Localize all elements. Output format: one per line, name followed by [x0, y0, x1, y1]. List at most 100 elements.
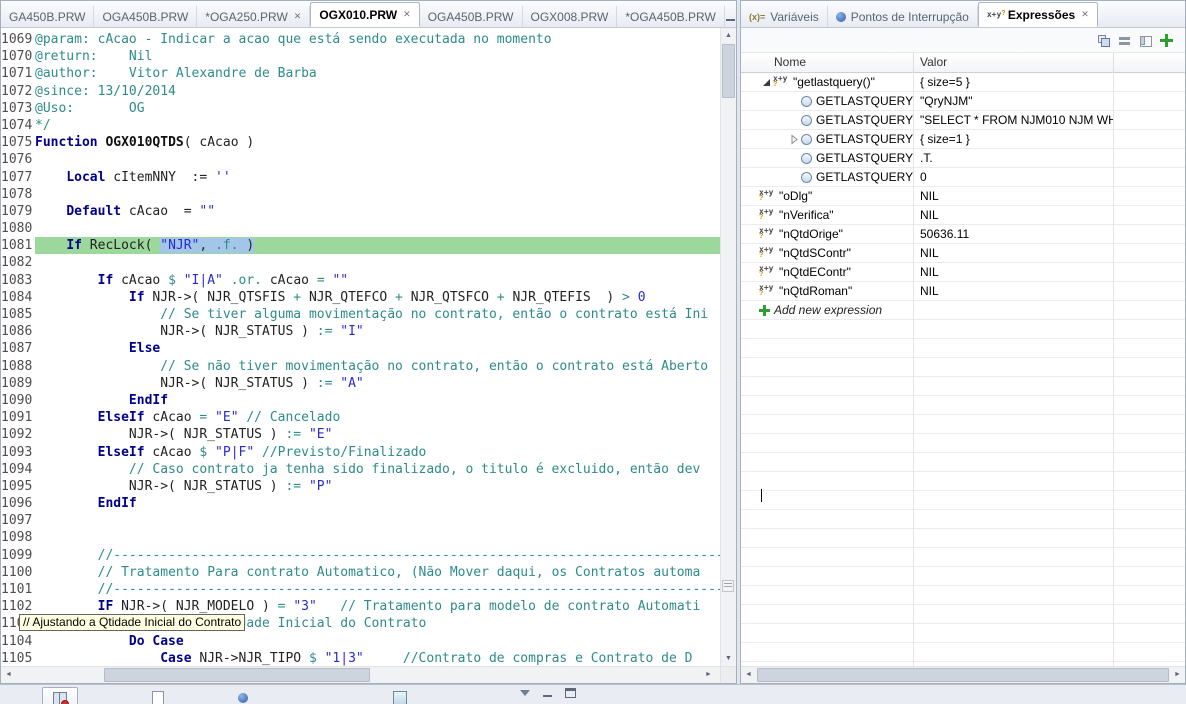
code-line: 1076: [1, 151, 721, 168]
vertical-scrollbar[interactable]: ▲ ▼: [720, 28, 736, 666]
expression-row[interactable]: GETLASTQUERY(.T.: [741, 149, 1185, 168]
editor-tab[interactable]: GA450B.PRW: [1, 6, 94, 27]
expand-icon[interactable]: [787, 133, 801, 145]
bottom-tab-tasks[interactable]: [383, 687, 417, 704]
result-item-icon: [801, 134, 812, 145]
line-content: @since: 13/10/2014: [35, 83, 721, 100]
tab-close-icon[interactable]: ✕: [403, 9, 411, 20]
minimize-icon[interactable]: [542, 688, 553, 698]
code-line: 1072@since: 13/10/2014: [1, 83, 721, 100]
expression-row[interactable]: "nQtdEContr"NIL: [741, 263, 1185, 282]
tab-close-icon[interactable]: ✕: [1081, 9, 1089, 20]
expression-row[interactable]: "nQtdRoman"NIL: [741, 282, 1185, 301]
expression-row[interactable]: "nQtdSContr"NIL: [741, 244, 1185, 263]
layout-icon[interactable]: [1139, 34, 1152, 47]
code-line: 1102 IF NJR->( NJR_MODELO ) = "3" // Tra…: [1, 598, 721, 615]
line-content: [35, 220, 721, 237]
bottom-tools: [520, 688, 576, 698]
watch-expression-icon: [773, 75, 789, 89]
panel-tab[interactable]: Expressões✕: [978, 2, 1098, 27]
scroll-left-icon[interactable]: ◄: [741, 667, 756, 682]
column-divider[interactable]: [913, 72, 914, 666]
column-header-valor[interactable]: Valor: [914, 53, 1114, 72]
table-header: Nome Valor: [741, 53, 1185, 73]
panel-toolbar: [741, 28, 1185, 53]
horizontal-scroll-thumb[interactable]: [104, 668, 370, 682]
tab-label: Variáveis: [770, 10, 818, 24]
tab-close-icon[interactable]: ✕: [294, 11, 302, 22]
line-content: // Se tiver alguma movimentação no contr…: [35, 306, 721, 323]
add-new-expression-icon[interactable]: [1160, 34, 1173, 47]
expression-name-cell: GETLASTQUERY(: [741, 151, 914, 165]
code-line: 1082: [1, 254, 721, 271]
code-line: 1093 ElseIf cAcao $ "P|F" //Previsto/Fin…: [1, 444, 721, 461]
expression-row[interactable]: GETLASTQUERY("QryNJM": [741, 92, 1185, 111]
panel-tab[interactable]: Variáveis: [741, 6, 828, 27]
code-line: 1105 Case NJR->NJR_TIPO $ "1|3" //Contra…: [1, 650, 721, 666]
collapse-all-icon[interactable]: [1118, 34, 1131, 47]
add-expression-row[interactable]: Add new expression: [741, 301, 1185, 320]
line-content: //--------------------------------------…: [35, 581, 721, 598]
expression-value: { size=5 }: [914, 75, 1114, 89]
editor-tab[interactable]: *OGA250.PRW✕: [197, 6, 310, 27]
empty-row: [741, 529, 1185, 548]
editor-tab[interactable]: OGX010.PRW✕: [310, 2, 419, 27]
horizontal-scroll-thumb[interactable]: [757, 668, 1169, 682]
line-content: ElseIf cAcao $ "P|F" //Previsto/Finaliza…: [35, 444, 721, 461]
line-content: NJR->( NJR_STATUS ) := "P": [35, 478, 721, 495]
expression-value: .T.: [914, 151, 1114, 165]
column-divider[interactable]: [1113, 72, 1114, 666]
line-content: NJR->( NJR_STATUS ) := "A": [35, 375, 721, 392]
filter-icon[interactable]: [520, 690, 530, 696]
empty-row: [741, 548, 1185, 567]
maximize-icon[interactable]: [565, 688, 576, 698]
bottom-tab-editor[interactable]: [142, 687, 174, 704]
minimize-icon[interactable]: [725, 12, 736, 22]
scroll-right-icon[interactable]: ►: [701, 667, 716, 682]
scroll-down-icon[interactable]: ▼: [721, 651, 736, 666]
bottom-tab-breakpoints[interactable]: [228, 687, 258, 704]
editor-tab[interactable]: OGX008.PRW: [523, 6, 618, 27]
column-header-nome[interactable]: Nome: [741, 53, 914, 72]
expression-row[interactable]: GETLASTQUERY("SELECT * FROM NJM010 NJM W…: [741, 111, 1185, 130]
empty-row: [741, 586, 1185, 605]
expression-row[interactable]: "getlastquery()"{ size=5 }: [741, 73, 1185, 92]
expression-value: "QryNJM": [914, 94, 1114, 108]
expression-row[interactable]: GETLASTQUERY({ size=1 }: [741, 130, 1185, 149]
show-logical-structure-icon[interactable]: [1097, 34, 1110, 47]
collapse-icon[interactable]: [759, 76, 773, 88]
editor-tab[interactable]: OGA450B.PRW: [94, 6, 197, 27]
empty-row: [741, 453, 1185, 472]
panel-tab[interactable]: Pontos de Interrupção: [828, 6, 978, 27]
text-caret: [761, 489, 762, 502]
code-line: 1089 NJR->( NJR_STATUS ) := "A": [1, 375, 721, 392]
code-line: 1080: [1, 220, 721, 237]
editor-tabs: GA450B.PRWOGA450B.PRW*OGA250.PRW✕OGX010.…: [1, 2, 725, 27]
result-item-icon: [801, 153, 812, 164]
line-number: 1085: [1, 306, 35, 323]
expression-name-cell: "nVerifica": [741, 208, 914, 222]
line-content: */: [35, 117, 721, 134]
code-editor[interactable]: 1069@param: cAcao - Indicar a acao que e…: [1, 31, 721, 666]
empty-row: [741, 605, 1185, 624]
watch-expression-icon: [759, 189, 775, 203]
code-line: 1073@Uso: OG: [1, 100, 721, 117]
expression-row[interactable]: "oDlg"NIL: [741, 187, 1185, 206]
panel-horizontal-scrollbar[interactable]: ◄ ►: [741, 666, 1185, 683]
empty-row: [741, 377, 1185, 396]
code-line: 1086 NJR->( NJR_STATUS ) := "I": [1, 323, 721, 340]
bottom-tab-debug[interactable]: [42, 687, 78, 704]
scroll-up-icon[interactable]: ▲: [721, 28, 736, 43]
editor-tab[interactable]: *OGA450B.PRW: [617, 6, 724, 27]
editor-tab[interactable]: OGA450B.PRW: [420, 6, 523, 27]
expression-row[interactable]: "nVerifica"NIL: [741, 206, 1185, 225]
expression-row[interactable]: GETLASTQUERY(0: [741, 168, 1185, 187]
vertical-scroll-thumb[interactable]: [722, 44, 735, 98]
expression-name: "nQtdEContr": [779, 265, 851, 279]
tab-label: OGX008.PRW: [531, 10, 609, 24]
scroll-right-icon[interactable]: ►: [1170, 667, 1185, 682]
expression-row[interactable]: "nQtdOrige"50636.11: [741, 225, 1185, 244]
editor-horizontal-scrollbar[interactable]: ◄ ►: [1, 666, 736, 683]
scroll-left-icon[interactable]: ◄: [1, 667, 16, 682]
tab-label: Pontos de Interrupção: [851, 10, 969, 24]
